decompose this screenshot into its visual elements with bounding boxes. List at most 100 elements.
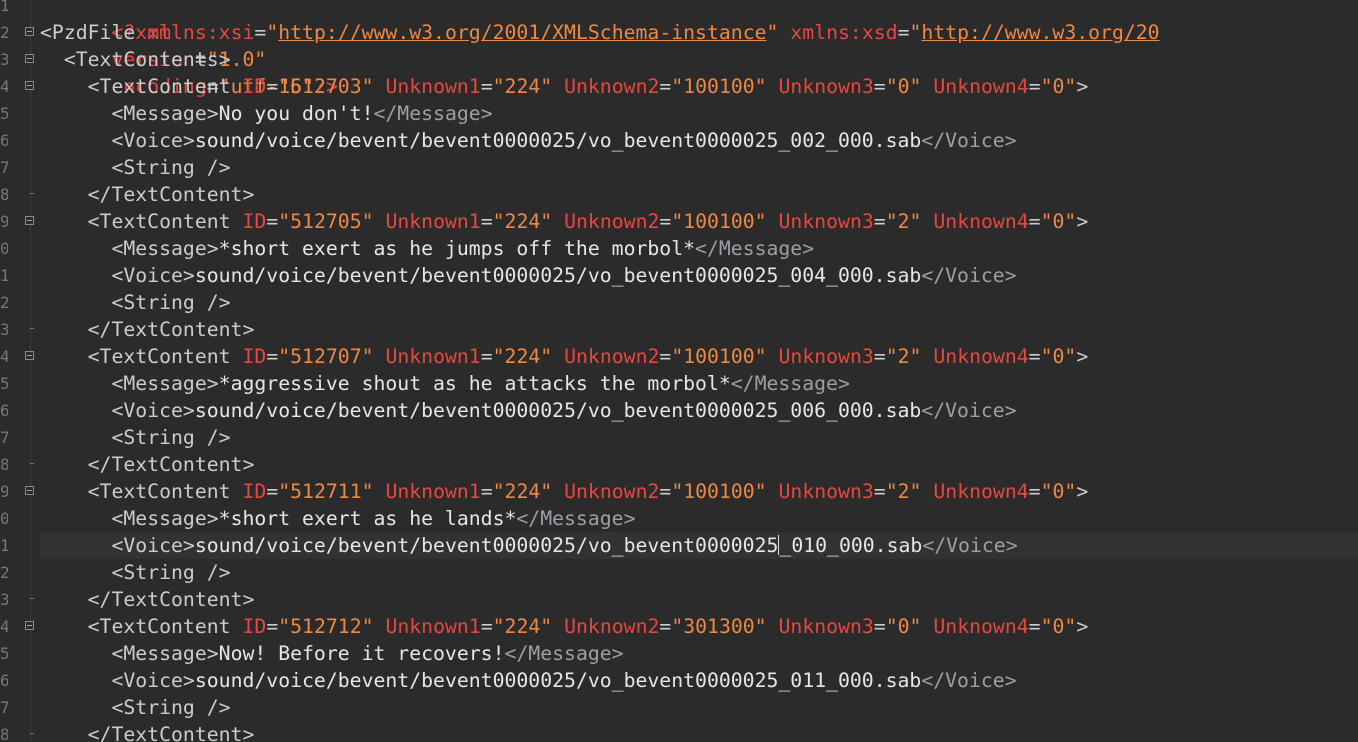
fold-toggle-icon[interactable] — [25, 216, 34, 225]
unknown1-attr: Unknown1 — [385, 345, 481, 368]
fold-slot — [22, 586, 40, 613]
voice-open-tag: <Voice> — [111, 669, 195, 692]
fold-slot — [22, 505, 40, 532]
code-area[interactable]: <?xml version="1.0" encoding="utf-16"?> … — [40, 0, 1358, 742]
code-line: <?xml version="1.0" encoding="utf-16"?> — [111, 21, 338, 98]
code-line: </TextContent> — [40, 586, 1358, 613]
text-content-open-tag: <TextContent — [87, 75, 231, 98]
code-line: </TextContent> — [40, 181, 1358, 208]
unknown3-value: "0" — [885, 615, 922, 638]
id-attr: ID — [242, 480, 267, 503]
fold-slot — [22, 451, 40, 478]
code-line: <TextContent ID="512712" Unknown1="224" … — [87, 615, 1089, 638]
text-content-open-tag: <TextContent — [87, 615, 231, 638]
code-line: <String /> — [40, 424, 1358, 451]
fold-slot — [22, 370, 40, 397]
string-empty-tag: <String /> — [111, 426, 231, 449]
text-content-open-tag: <TextContent — [87, 480, 231, 503]
message-open-tag: <Message> — [111, 102, 219, 125]
voice-path-text-rest: _010_000.sab — [779, 534, 923, 557]
fold-slot — [22, 424, 40, 451]
fold-toggle-icon[interactable] — [25, 351, 34, 360]
voice-open-tag: <Voice> — [111, 264, 195, 287]
text-content-open-tag: <TextContent — [87, 345, 231, 368]
message-close-tag: </Message> — [373, 102, 493, 125]
line-number: 3 — [0, 590, 8, 609]
line-number: 8 — [0, 725, 8, 742]
unknown1-value: "224" — [492, 210, 553, 233]
line-number: 1 — [0, 266, 8, 285]
string-empty-tag: <String /> — [111, 291, 231, 314]
unknown4-value: "0" — [1040, 210, 1077, 233]
line-number: 6 — [0, 131, 8, 150]
voice-open-tag: <Voice> — [111, 399, 195, 422]
unknown4-attr: Unknown4 — [933, 210, 1029, 233]
id-value: "512707" — [278, 345, 374, 368]
unknown4-attr: Unknown4 — [933, 615, 1029, 638]
voice-path-text: sound/voice/bevent/bevent0000025/vo_beve… — [194, 264, 922, 287]
unknown4-value: "0" — [1040, 480, 1077, 503]
code-line: <Voice>sound/voice/bevent/bevent0000025/… — [40, 397, 1358, 424]
line-number: 7 — [0, 698, 8, 717]
message-open-tag: <Message> — [111, 507, 219, 530]
voice-path-text: sound/voice/bevent/bevent0000025/vo_beve… — [194, 534, 779, 557]
fold-slot — [22, 46, 40, 73]
line-number: 2 — [0, 563, 8, 582]
fold-slot — [22, 721, 40, 742]
code-editor[interactable]: 1 2 3 4 5 6 7 8 9 0 1 2 3 4 5 6 7 8 9 0 1 2 3 4 5 6 7 8 <?xml versi… — [0, 0, 1358, 742]
id-attr: ID — [242, 75, 267, 98]
id-attr: ID — [242, 345, 267, 368]
fold-toggle-icon[interactable] — [25, 27, 34, 36]
code-line: <Message>*short exert as he lands*</Mess… — [40, 505, 1358, 532]
fold-slot — [22, 640, 40, 667]
code-line: <Message>*short exert as he jumps off th… — [40, 235, 1358, 262]
id-value: "512703" — [278, 75, 374, 98]
text-content-open-tag: <TextContent — [87, 210, 231, 233]
voice-close-tag: </Voice> — [921, 129, 1017, 152]
unknown1-attr: Unknown1 — [385, 480, 481, 503]
fold-end-marker — [30, 733, 34, 734]
message-text: *aggressive shout as he attacks the morb… — [218, 372, 731, 395]
message-close-tag: </Message> — [516, 507, 636, 530]
fold-toggle-icon[interactable] — [25, 621, 34, 630]
message-text: No you don't! — [218, 102, 374, 125]
message-close-tag: </Message> — [504, 642, 624, 665]
line-number: 4 — [0, 347, 8, 366]
line-number-gutter: 1 2 3 4 5 6 7 8 9 0 1 2 3 4 5 6 7 8 9 0 1 2 3 4 5 6 7 8 — [0, 0, 8, 742]
fold-slot — [22, 316, 40, 343]
unknown3-value: "2" — [885, 345, 922, 368]
text-content-close-tag: </TextContent> — [87, 723, 255, 742]
line-number: 8 — [0, 185, 8, 204]
current-code-line: <Voice>sound/voice/bevent/bevent0000025/… — [40, 532, 1358, 559]
code-line: <Voice>sound/voice/bevent/bevent0000025/… — [40, 127, 1358, 154]
unknown3-attr: Unknown3 — [778, 210, 874, 233]
line-number: 2 — [0, 293, 8, 312]
fold-slot — [22, 73, 40, 100]
fold-toggle-icon[interactable] — [25, 486, 34, 495]
message-open-tag: <Message> — [111, 237, 219, 260]
unknown4-attr: Unknown4 — [933, 75, 1029, 98]
unknown4-attr: Unknown4 — [933, 345, 1029, 368]
line-number: 5 — [0, 644, 8, 663]
unknown1-attr: Unknown1 — [385, 75, 481, 98]
xsd-url-link[interactable]: http://www.w3.org/20 — [921, 21, 1159, 44]
message-text: *short exert as he lands* — [218, 507, 517, 530]
voice-open-tag: <Voice> — [111, 129, 195, 152]
line-number: 6 — [0, 401, 8, 420]
voice-close-tag: </Voice> — [921, 669, 1017, 692]
code-line: <Message>Now! Before it recovers!</Messa… — [40, 640, 1358, 667]
id-value: "512705" — [278, 210, 374, 233]
xsi-url-link[interactable]: http://www.w3.org/2001/XMLSchema-instanc… — [278, 21, 766, 44]
unknown2-value: "301300" — [671, 615, 767, 638]
fold-toggle-icon[interactable] — [25, 54, 34, 63]
code-line: <String /> — [40, 289, 1358, 316]
code-line: <Voice>sound/voice/bevent/bevent0000025/… — [40, 667, 1358, 694]
fold-toggle-icon[interactable] — [25, 81, 34, 90]
fold-gutter — [22, 0, 40, 742]
message-close-tag: </Message> — [730, 372, 850, 395]
fold-slot — [22, 235, 40, 262]
fold-slot — [22, 694, 40, 721]
voice-path-text: sound/voice/bevent/bevent0000025/vo_beve… — [194, 669, 922, 692]
unknown1-value: "224" — [492, 345, 553, 368]
code-line: <TextContent ID="512711" Unknown1="224" … — [87, 480, 1089, 503]
